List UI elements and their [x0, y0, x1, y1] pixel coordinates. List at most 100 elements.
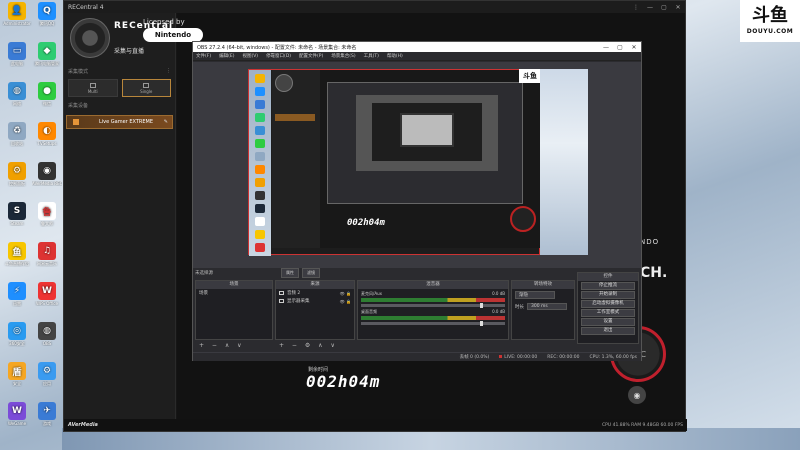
mini-app-icon — [255, 178, 265, 187]
app-icon: 👤 — [8, 2, 26, 20]
desktop-icon[interactable]: ◎ 360安全 — [2, 322, 32, 347]
settings-button[interactable]: 设置 — [581, 318, 635, 326]
app-icon: S — [8, 202, 26, 220]
app-icon: ⚡ — [8, 282, 26, 300]
desktop-icon[interactable]: 鲁鲁大师 — [32, 202, 62, 227]
properties-button[interactable]: 属性 — [281, 268, 299, 278]
status-cpu: CPU: 1.3%, 60.00 fps — [589, 354, 638, 360]
app-icon: ◐ — [38, 122, 56, 140]
menu-item[interactable]: 配置文件(P) — [299, 53, 323, 59]
desktop-icon-label: WPS Office — [36, 301, 58, 306]
camera-icon[interactable]: ◉ — [628, 386, 646, 404]
desktop-icon[interactable]: ✈ 游戏 — [32, 402, 62, 427]
scene-item[interactable]: 场景 — [196, 289, 272, 297]
desktop-icon[interactable]: 盾安全 — [2, 362, 32, 387]
mini-app-icon — [255, 100, 265, 109]
desktop-icon[interactable]: ◉AVerMedia RECentral 4 — [32, 162, 62, 186]
source-item[interactable]: 显示器采集 👁 🔒 — [276, 297, 354, 305]
desktop-icon[interactable]: ♫ 网易云音乐 — [32, 242, 62, 267]
menu-item[interactable]: 停靠窗口(D) — [266, 53, 291, 59]
desktop-icon-label: 斗鱼直播伴侣 — [5, 261, 29, 266]
mode-single-button[interactable]: Single — [121, 79, 171, 97]
volume-fader[interactable] — [361, 321, 505, 326]
mini-sidebar — [272, 70, 320, 248]
desktop-icon[interactable]: ⚙ 控制面板 — [2, 162, 32, 187]
virtual-camera-button[interactable]: 启动虚拟摄像机 — [581, 300, 635, 308]
menu-item[interactable]: 工具(T) — [364, 53, 379, 59]
mini-recentral: 002h04m — [272, 70, 540, 248]
desktop-icon[interactable]: ◍ OBS — [32, 322, 62, 346]
start-recording-button[interactable]: 开始录制 — [581, 291, 635, 299]
minimize-icon[interactable]: — — [643, 4, 657, 11]
edit-icon[interactable]: ✎ — [164, 119, 168, 125]
desktop-icon[interactable]: ● 微信 — [32, 82, 62, 107]
eye-lock-icons[interactable]: 👁 🔒 — [340, 291, 351, 296]
desktop-icon[interactable]: W WeGame — [2, 402, 32, 426]
close-icon[interactable]: ✕ — [627, 44, 641, 51]
desktop-icon[interactable]: ◍ 网络 — [2, 82, 32, 107]
minimize-icon[interactable]: — — [599, 44, 613, 51]
desktop-icon-label: AVerMedia RECentral 4 — [32, 181, 62, 186]
desktop-icon-label: 微信 — [43, 101, 51, 106]
maximize-icon[interactable]: ▢ — [657, 4, 671, 11]
stop-streaming-button[interactable]: 停止推流 — [581, 282, 635, 290]
mini-obs — [327, 82, 523, 204]
avermedia-logo: AVerMedia — [68, 422, 98, 428]
app-icon: ♻ — [8, 122, 26, 140]
studio-mode-button[interactable]: 工作室模式 — [581, 309, 635, 317]
scenes-toolbar[interactable]: + − ∧ ∨ — [199, 342, 245, 349]
app-icon: ♫ — [38, 242, 56, 260]
eye-lock-icons[interactable]: 👁 🔒 — [340, 299, 351, 304]
desktop-icon[interactable]: ⚙ 应用 — [32, 362, 62, 387]
mode-multi-button[interactable]: Multi — [68, 79, 118, 97]
mode-section-title: 采集模式 — [68, 68, 89, 75]
capture-device-icon — [73, 119, 79, 125]
menu-icon[interactable]: ⋮ — [629, 4, 643, 11]
maximize-icon[interactable]: ▢ — [613, 44, 627, 51]
app-icon: Q — [38, 2, 56, 20]
mini-record-button — [510, 206, 536, 232]
douyu-logo: 斗鱼 DOUYU.COM — [740, 0, 800, 42]
desktop-icon[interactable]: 👤 Administrator — [2, 2, 32, 26]
obs-preview[interactable]: 002h04m 斗鱼 — [193, 62, 641, 268]
audio-icon — [279, 291, 284, 295]
menu-item[interactable]: 场景集合(S) — [331, 53, 355, 59]
desktop-icon[interactable]: ◆ 腾讯电脑管家 — [32, 42, 62, 67]
transition-select[interactable]: 渐隐 — [515, 291, 555, 299]
controls-title: 控件 — [578, 273, 638, 281]
desktop-icon[interactable]: W WPS Office — [32, 282, 62, 306]
desktop-icon[interactable]: S Steam — [2, 202, 32, 226]
menu-item[interactable]: 编辑(E) — [219, 53, 234, 59]
device-item[interactable]: Live Gamer EXTREME ✎ — [66, 115, 173, 129]
desktop-icon[interactable]: ▭ 此电脑 — [2, 42, 32, 67]
menu-item[interactable]: 视图(V) — [242, 53, 258, 59]
desktop-icon-label: 鲁大师 — [41, 221, 53, 226]
menu-item[interactable]: 文件(F) — [196, 53, 211, 59]
filters-button[interactable]: 滤镜 — [302, 268, 320, 278]
desktop-icon[interactable]: Q 腾讯QQ — [32, 2, 62, 27]
desktop-icon[interactable]: ◐ TVSetups — [32, 122, 62, 146]
desktop-icon-label: WeGame — [7, 421, 27, 426]
obs-statusbar: 丢帧 0 (0.0%) LIVE: 00:00:00 REC: 00:00:00… — [193, 352, 641, 361]
mixer-track: 麦克风/Aux 0.0 dB — [361, 291, 505, 308]
exit-button[interactable]: 退出 — [581, 327, 635, 335]
status-live: LIVE: 00:00:00 — [499, 354, 537, 360]
mode-menu-icon[interactable]: ⋮ — [166, 68, 171, 74]
close-icon[interactable]: ✕ — [671, 4, 685, 11]
app-icon: ● — [38, 82, 56, 100]
source-item[interactable]: 音频 2 👁 🔒 — [276, 289, 354, 297]
recentral-sidebar: RECentral 采集与直播 采集模式 ⋮ Multi Single 采集设备… — [64, 13, 176, 421]
desktop-icon[interactable]: ♻ 回收站 — [2, 122, 32, 147]
mixer-dock: 混音器 麦克风/Aux 0.0 dB 桌面音频 0.0 dB — [357, 280, 509, 340]
sources-toolbar[interactable]: + − ⚙ ∧ ∨ — [279, 342, 338, 349]
mini-app-icon — [255, 204, 265, 213]
volume-fader[interactable] — [361, 303, 505, 308]
mini-app-icon — [255, 126, 265, 135]
mixer-title: 混音器 — [358, 281, 508, 289]
desktop-icon[interactable]: ⚡ 迅雷 — [2, 282, 32, 307]
duration-input[interactable]: 300 ms — [527, 303, 567, 310]
app-icon: ⚙ — [38, 362, 56, 380]
menu-item[interactable]: 帮助(H) — [387, 53, 403, 59]
desktop-icon[interactable]: 鱼斗鱼直播伴侣 — [2, 242, 32, 267]
mini-app-icon — [255, 165, 265, 174]
